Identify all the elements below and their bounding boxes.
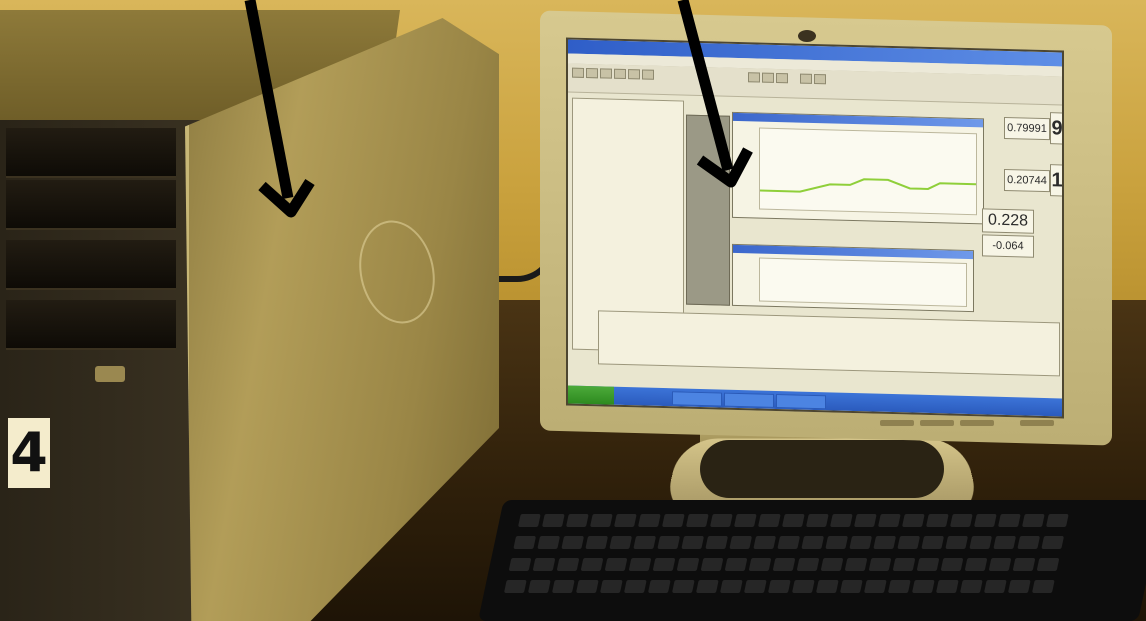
- annotation-arrows: [0, 0, 1146, 621]
- arrow-down-icon: [250, 0, 310, 212]
- desk-scene: 0.79991 9 0.20744 1 0.228 -0.064 4: [0, 0, 1146, 621]
- arrow-down-icon: [683, 0, 748, 182]
